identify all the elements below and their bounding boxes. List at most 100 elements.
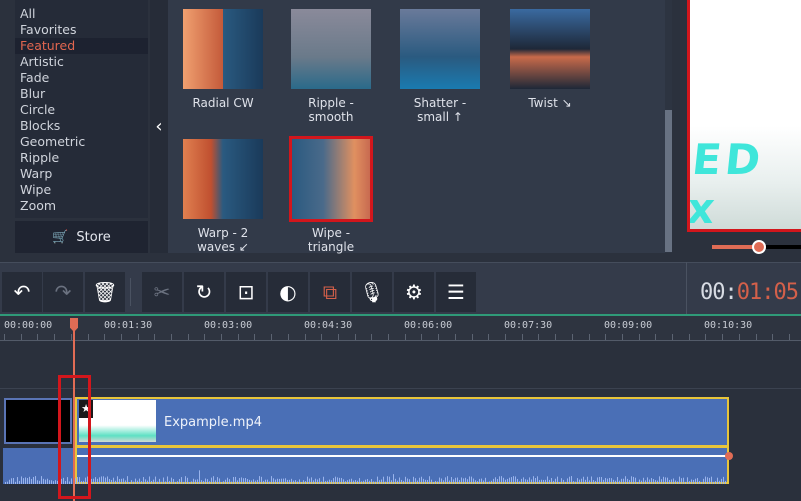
timecode: 00:01:05: [700, 280, 799, 305]
category-item[interactable]: Zoom: [15, 198, 148, 214]
ruler-tick: [238, 334, 239, 340]
transition-thumbnail[interactable]: [510, 9, 590, 89]
preview-overlay-text: ED x: [687, 135, 767, 232]
ruler-tick: [522, 334, 523, 340]
crop-button[interactable]: ⊡: [226, 272, 266, 312]
ruler-tick: [538, 334, 539, 340]
track-divider: [0, 388, 801, 389]
category-item[interactable]: Blur: [15, 86, 148, 102]
volume-slider-knob[interactable]: [752, 240, 766, 254]
audio-waveform: [5, 470, 726, 484]
ruler-tick: [104, 334, 105, 340]
color-adjust-button[interactable]: ◐: [268, 272, 308, 312]
category-item[interactable]: Artistic: [15, 54, 148, 70]
ruler-tick: [488, 334, 489, 340]
collapse-panel-button[interactable]: ‹: [150, 0, 168, 253]
chevron-left-icon: ‹: [155, 116, 163, 137]
transition-button[interactable]: ⧉: [310, 272, 350, 312]
transition-label: Radial CW: [192, 96, 254, 110]
undo-icon: ↶: [13, 280, 31, 304]
transition-thumbnail[interactable]: [183, 9, 263, 89]
equalizer-button[interactable]: ☰: [436, 272, 476, 312]
ruler-label: 00:01:30: [104, 320, 153, 331]
ruler-label: 00:03:00: [204, 320, 253, 331]
cut-button[interactable]: ✂: [142, 272, 182, 312]
transition-label: Twist ↘: [528, 96, 572, 110]
ruler-tick: [789, 334, 790, 340]
transition-thumbnail[interactable]: [291, 9, 371, 89]
transition-label: triangle: [307, 240, 355, 254]
ruler-tick: [622, 334, 623, 340]
settings-button[interactable]: ⚙: [394, 272, 434, 312]
transition-label: Warp - 2: [197, 226, 249, 240]
volume-line[interactable]: [77, 455, 727, 457]
ruler-tick: [355, 334, 356, 340]
category-item[interactable]: Featured: [15, 38, 148, 54]
ruler-label: 00:06:00: [404, 320, 453, 331]
ruler-tick: [472, 334, 473, 340]
ruler-label: 00:10:30: [704, 320, 753, 331]
transitions-grid: Radial CW Ripple - smooth Shatter - small ↑ T…: [168, 0, 672, 254]
ruler-tick: [271, 334, 272, 340]
record-audio-button[interactable]: 🎙: [352, 272, 392, 312]
category-item[interactable]: Circle: [15, 102, 148, 118]
ruler-tick: [438, 334, 439, 340]
transition-thumbnail[interactable]: [400, 9, 480, 89]
scrollbar-thumb[interactable]: [665, 110, 672, 252]
ruler-tick: [138, 334, 139, 340]
category-item[interactable]: Wipe: [15, 182, 148, 198]
ruler-tick: [572, 334, 573, 340]
ruler-label: 00:09:00: [604, 320, 653, 331]
ruler-label: 00:00:00: [4, 320, 53, 331]
transition-label: smooth: [308, 110, 354, 124]
ruler-tick: [505, 334, 506, 340]
video-preview: ED x: [687, 0, 801, 232]
ruler-tick: [421, 334, 422, 340]
cart-icon: 🛒: [52, 229, 69, 245]
category-item[interactable]: Fade: [15, 70, 148, 86]
ruler-label: 00:07:30: [504, 320, 553, 331]
category-item[interactable]: Warp: [15, 166, 148, 182]
ruler-tick: [321, 334, 322, 340]
ruler-tick: [772, 334, 773, 340]
category-item[interactable]: Favorites: [15, 22, 148, 38]
category-item[interactable]: Ripple: [15, 150, 148, 166]
ruler-tick: [121, 334, 122, 340]
ruler-tick: [689, 334, 690, 340]
ruler-tick: [338, 334, 339, 340]
ruler-tick: [21, 334, 22, 340]
ruler-tick: [672, 334, 673, 340]
ruler-tick: [589, 334, 590, 340]
toolbar-divider: [686, 262, 687, 314]
transition-label: Shatter -: [413, 96, 467, 110]
rotate-button[interactable]: ↻: [184, 272, 224, 312]
ruler-tick: [455, 334, 456, 340]
ruler-tick: [4, 334, 5, 340]
transition-thumbnail[interactable]: [183, 139, 263, 219]
transition-label: Ripple -: [308, 96, 354, 110]
microphone-icon: 🎙: [359, 280, 385, 304]
ruler-tick: [71, 334, 72, 340]
category-list: All Favorites Featured Artistic Fade Blur Circ…: [15, 0, 148, 218]
store-button[interactable]: 🛒 Store: [15, 221, 148, 253]
ruler-tick: [188, 334, 189, 340]
redo-icon: ↷: [54, 280, 72, 304]
ruler-tick: [54, 334, 55, 340]
ruler-tick: [37, 334, 38, 340]
undo-button[interactable]: ↶: [2, 272, 42, 312]
ruler-tick: [405, 334, 406, 340]
redo-button[interactable]: ↷: [43, 272, 83, 312]
ruler-tick: [705, 334, 706, 340]
category-item[interactable]: All: [15, 6, 148, 22]
store-label: Store: [76, 229, 111, 245]
transition-thumbnail[interactable]: [289, 136, 373, 222]
ruler-tick: [204, 334, 205, 340]
delete-button[interactable]: 🗑: [85, 272, 125, 312]
volume-handle[interactable]: [725, 452, 733, 460]
highlight-box: [58, 375, 91, 499]
scissors-icon: ✂: [153, 280, 171, 304]
timecode-prefix: 00:: [700, 280, 738, 305]
timecode-value: 01:05: [736, 280, 799, 305]
category-item[interactable]: Blocks: [15, 118, 148, 134]
category-item[interactable]: Geometric: [15, 134, 148, 150]
